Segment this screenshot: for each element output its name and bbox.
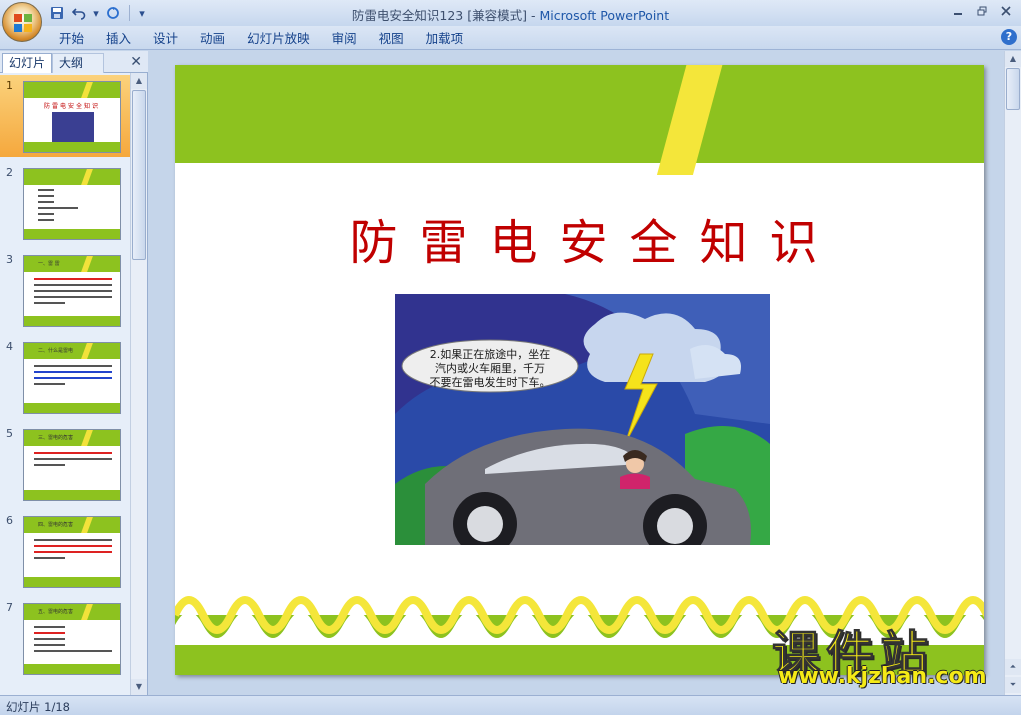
- current-slide[interactable]: 防雷电安全知识 2.如果正在旅途中，坐在 汽内或火车厢里，千万 不要在雷电发生时…: [175, 65, 984, 675]
- ribbon-tab-bar: 开始 插入 设计 动画 幻灯片放映 审阅 视图 加载项 ?: [0, 26, 1021, 50]
- next-slide-icon[interactable]: ⏷: [1005, 677, 1021, 693]
- thumbnail-heading: 一、雷 雷: [38, 261, 60, 267]
- tab-slides[interactable]: 幻灯片: [2, 53, 52, 73]
- slide-thumbnail-6[interactable]: 6 四、雷电的危害: [0, 510, 130, 592]
- thumbnail-preview: [23, 168, 121, 240]
- tab-insert[interactable]: 插入: [95, 30, 142, 48]
- office-logo-icon: [14, 14, 32, 32]
- close-icon[interactable]: [995, 2, 1017, 20]
- slide-thumbnail-7[interactable]: 7 五、雷电的危害: [0, 597, 130, 679]
- pane-close-icon[interactable]: ✕: [130, 54, 142, 70]
- ribbon-tabs: 开始 插入 设计 动画 幻灯片放映 审阅 视图 加载项: [48, 30, 474, 48]
- scroll-up-icon[interactable]: ▲: [1005, 51, 1021, 67]
- thumbnail-preview: 三、雷电的危害: [23, 429, 121, 501]
- slide-indicator: 幻灯片 1/18: [6, 700, 70, 714]
- slide-thumbnail-5[interactable]: 5 三、雷电的危害: [0, 423, 130, 505]
- scrollbar-thumb[interactable]: [1006, 68, 1020, 110]
- thumbnail-heading: 四、雷电的危害: [38, 522, 74, 528]
- minimize-icon[interactable]: [947, 2, 969, 20]
- tab-view[interactable]: 视图: [368, 30, 415, 48]
- watermark-url: www.kjzhan.com: [778, 664, 987, 689]
- tab-home[interactable]: 开始: [48, 30, 95, 48]
- tab-review[interactable]: 审阅: [321, 30, 368, 48]
- bubble-line-1: 2.如果正在旅途中，坐在: [430, 347, 551, 361]
- slide-number: 2: [6, 166, 13, 179]
- window-controls: [947, 2, 1017, 20]
- thumbnail-heading: 二、什么是雷电: [38, 348, 74, 354]
- document-title: 防雷电安全知识123 [兼容模式]: [351, 8, 527, 23]
- slide-editor: 防雷电安全知识 2.如果正在旅途中，坐在 汽内或火车厢里，千万 不要在雷电发生时…: [149, 51, 1004, 695]
- slide-header-band: [175, 65, 984, 163]
- slide-title[interactable]: 防雷电安全知识: [175, 203, 984, 273]
- tab-animations[interactable]: 动画: [189, 30, 236, 48]
- tab-outline[interactable]: 大纲: [52, 53, 104, 73]
- thumbnail-preview: 四、雷电的危害: [23, 516, 121, 588]
- slide-thumbnail-list: 1 防雷电安全知识 2 3 一、雷 雷 4 二、什么是雷电 5 三、雷电的危害 …: [0, 73, 130, 695]
- car-lightning-illustration[interactable]: 2.如果正在旅途中，坐在 汽内或火车厢里，千万 不要在雷电发生时下车。: [395, 294, 770, 545]
- pane-tabs: 幻灯片 大纲 ✕: [0, 51, 148, 73]
- title-bar: ▾ ▾ 防雷电安全知识123 [兼容模式] - Microsoft PowerP…: [0, 0, 1021, 26]
- slide-number: 4: [6, 340, 13, 353]
- slide-scrollbar[interactable]: ▲ ⏶ ⏷: [1004, 51, 1021, 695]
- office-button[interactable]: [2, 2, 42, 42]
- scroll-up-icon[interactable]: ▲: [131, 73, 147, 89]
- slide-number: 1: [6, 79, 13, 92]
- window-title: 防雷电安全知识123 [兼容模式] - Microsoft PowerPoint: [351, 8, 670, 23]
- thumbnail-heading: 五、雷电的危害: [38, 609, 74, 615]
- thumbnail-title: 防雷电安全知识: [43, 103, 100, 110]
- slide-thumbnail-1[interactable]: 1 防雷电安全知识: [0, 75, 130, 157]
- thumbnail-scrollbar[interactable]: ▲ ▼: [130, 73, 147, 695]
- thumbnail-preview: 二、什么是雷电: [23, 342, 121, 414]
- scroll-down-icon[interactable]: ▼: [131, 679, 147, 695]
- slide-thumbnail-2[interactable]: 2: [0, 162, 130, 244]
- previous-slide-icon[interactable]: ⏶: [1005, 659, 1021, 675]
- status-bar: 幻灯片 1/18: [0, 695, 1021, 715]
- scrollbar-thumb[interactable]: [132, 90, 146, 260]
- slide-number: 7: [6, 601, 13, 614]
- thumbnail-preview: 一、雷 雷: [23, 255, 121, 327]
- tab-design[interactable]: 设计: [142, 30, 189, 48]
- restore-icon[interactable]: [971, 2, 993, 20]
- tab-addins[interactable]: 加载项: [415, 30, 475, 48]
- help-icon[interactable]: ?: [1001, 29, 1017, 45]
- slide-number: 6: [6, 514, 13, 527]
- bubble-line-2: 汽内或火车厢里，千万: [435, 361, 545, 375]
- slide-number: 3: [6, 253, 13, 266]
- thumbnail-preview: 防雷电安全知识: [23, 81, 121, 153]
- bubble-line-3: 不要在雷电发生时下车。: [430, 375, 551, 389]
- slide-thumbnail-4[interactable]: 4 二、什么是雷电: [0, 336, 130, 418]
- site-watermark: 课件站 www.kjzhan.com: [772, 614, 1004, 694]
- slides-pane: 幻灯片 大纲 ✕ 1 防雷电安全知识 2 3 一、雷 雷 4 二、什么是雷电 5…: [0, 51, 148, 695]
- application-name: Microsoft PowerPoint: [539, 8, 670, 23]
- thumbnail-preview: 五、雷电的危害: [23, 603, 121, 675]
- slide-thumbnail-3[interactable]: 3 一、雷 雷: [0, 249, 130, 331]
- thumbnail-heading: 三、雷电的危害: [38, 435, 74, 441]
- slide-number: 5: [6, 427, 13, 440]
- tab-slideshow[interactable]: 幻灯片放映: [236, 30, 321, 48]
